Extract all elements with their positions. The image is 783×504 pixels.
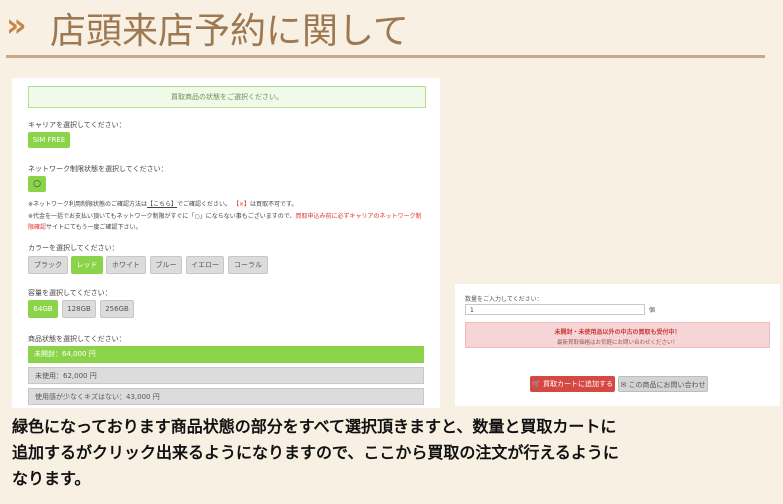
- header-divider: [6, 55, 765, 58]
- network-check-link[interactable]: 【こちら】: [147, 201, 177, 208]
- capacity-label: 容量を選択してください：: [28, 289, 112, 297]
- condition-option-unused[interactable]: 未使用：62,000 円: [28, 367, 424, 384]
- condition-label: 商品状態を選択してください：: [28, 335, 126, 343]
- color-option-red[interactable]: レッド: [71, 256, 103, 274]
- caption: 緑色になっております商品状態の部分をすべて選択頂きますと、数量と買取カートに 追…: [12, 414, 712, 492]
- mail-icon: ✉: [620, 381, 627, 389]
- network-option-ok[interactable]: ○: [28, 176, 46, 192]
- carrier-label: キャリアを選択してください：: [28, 121, 126, 129]
- caption-line-3: なります。: [12, 469, 91, 488]
- condition-option-unopened[interactable]: 未開封：64,000 円: [28, 346, 424, 363]
- status-banner: 買取商品の状態をご選択ください。: [28, 86, 426, 108]
- caption-line-1: 緑色になっております商品状態の部分をすべて選択頂きますと、数量と買取カートに: [12, 417, 617, 436]
- note1-text-b: でご確認ください。: [177, 201, 232, 208]
- capacity-option-256gb[interactable]: 256GB: [100, 300, 134, 318]
- note1-text-a: ※ネットワーク利用制限状態のご確認方法は: [28, 201, 148, 208]
- quantity-unit: 個: [649, 307, 656, 314]
- color-option-yellow[interactable]: イエロー: [186, 256, 224, 274]
- contact-label: この商品にお問い合わせ: [628, 381, 706, 389]
- condition-option-used[interactable]: 使用感が少なくキズはない：43,000 円: [28, 388, 424, 405]
- color-option-white[interactable]: ホワイト: [106, 256, 146, 274]
- caption-line-2: 追加するがクリック出来るようになりますので、ここから買取の注文が行えるように: [12, 443, 619, 462]
- network-note-1: ※ネットワーク利用制限状態のご確認方法は【こちら】でご確認ください。 【×】は買…: [28, 199, 297, 208]
- note3-text: サイトにてもう一度ご確認下さい。: [46, 224, 142, 231]
- color-label: カラーを選択してください：: [28, 244, 119, 252]
- alert-body: 最新買取価格はお気軽にお問い合わせください！: [556, 340, 678, 346]
- quantity-input[interactable]: 1: [465, 304, 645, 315]
- used-purchase-alert: 未開封・未使用品以外の中古の買取も受付中！ 最新買取価格はお気軽にお問い合わせく…: [465, 322, 770, 348]
- network-note-3: 限確認サイトにてもう一度ご確認下さい。: [28, 222, 142, 231]
- chevron-icon: »: [6, 6, 27, 44]
- add-to-cart-label: 買取カートに追加する: [542, 380, 613, 388]
- network-note-2: ※代金を一括でお支払い頂いてもネットワーク制限がすぐに「○」にならない事もござい…: [28, 211, 422, 220]
- note1-mark: 【×】: [232, 201, 251, 208]
- quantity-label: 数量をご入力してください：: [465, 296, 543, 303]
- capacity-option-64gb[interactable]: 64GB: [28, 300, 58, 318]
- color-option-black[interactable]: ブラック: [28, 256, 68, 274]
- page-header: » 店頭来店予約に関して: [0, 0, 783, 58]
- note2-warning: 買取申込み前に必ずキャリアのネットワーク制: [295, 213, 422, 220]
- carrier-option-simfree[interactable]: SIM FREE: [28, 132, 70, 148]
- form-screenshot-panel: 買取商品の状態をご選択ください。 キャリアを選択してください： SIM FREE…: [12, 78, 440, 408]
- contact-button[interactable]: ✉ この商品にお問い合わせ: [618, 376, 708, 392]
- network-label: ネットワーク制限状態を選択してください：: [28, 165, 168, 173]
- note1-text-c: は買取不可です。: [250, 201, 298, 208]
- note3-warning: 限確認: [28, 224, 47, 231]
- cart-icon: 🛒: [532, 380, 541, 388]
- capacity-option-128gb[interactable]: 128GB: [62, 300, 96, 318]
- note2-text: ※代金を一括でお支払い頂いてもネットワーク制限がすぐに「○」にならない事もござい…: [28, 213, 296, 220]
- page-title: 店頭来店予約に関して: [50, 11, 409, 52]
- color-option-coral[interactable]: コーラル: [228, 256, 268, 274]
- add-to-cart-button[interactable]: 🛒 買取カートに追加する: [530, 376, 615, 392]
- alert-title: 未開封・未使用品以外の中古の買取も受付中！: [554, 329, 681, 336]
- color-option-blue[interactable]: ブルー: [150, 256, 182, 274]
- purchase-panel: 数量をご入力してください： 1 個 未開封・未使用品以外の中古の買取も受付中！ …: [455, 284, 780, 406]
